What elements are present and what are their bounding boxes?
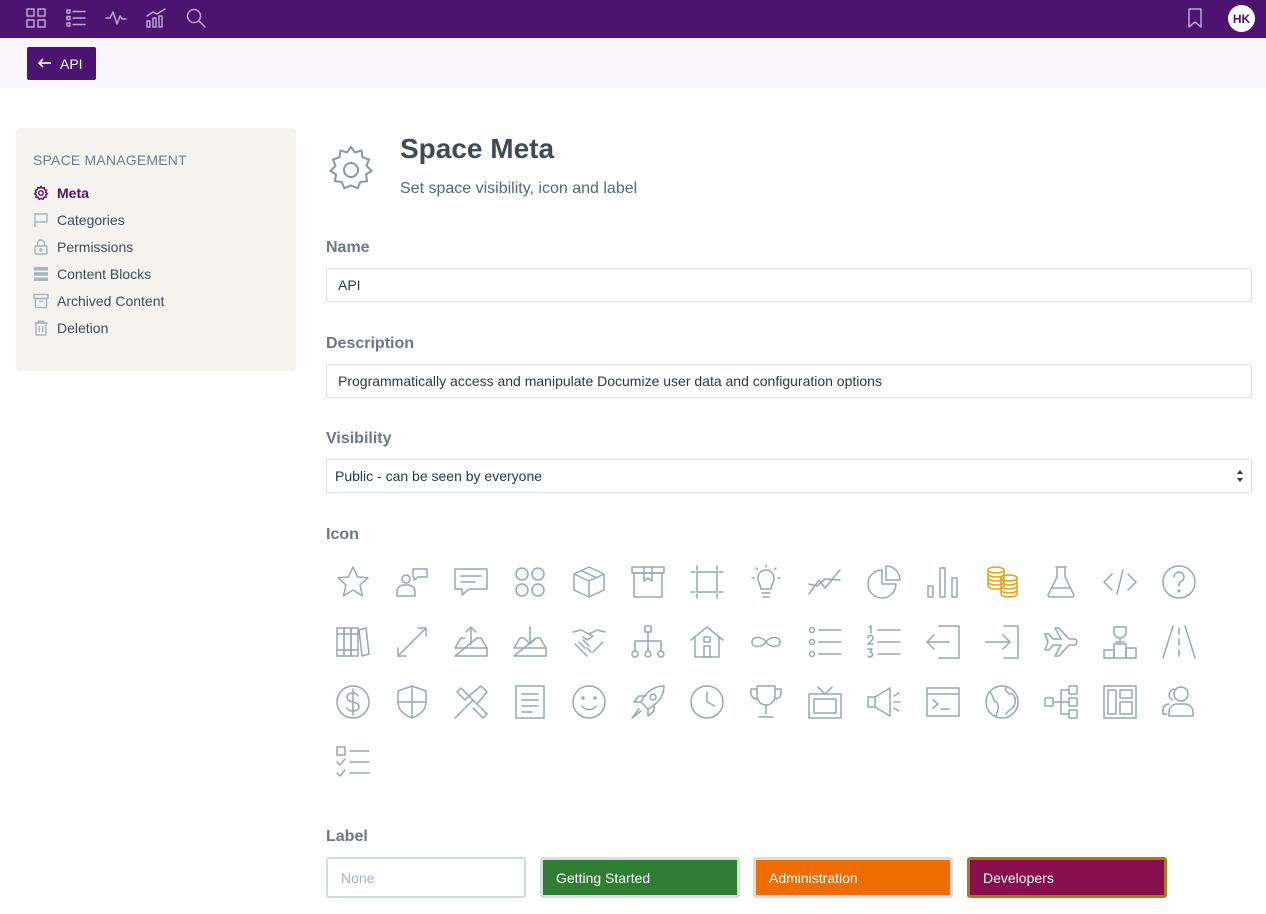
visibility-select[interactable]: Public - can be seen by everyone bbox=[326, 459, 1252, 493]
lock-icon bbox=[33, 239, 49, 255]
archive-icon bbox=[33, 293, 49, 309]
apps-icon[interactable] bbox=[508, 560, 552, 604]
visibility-label: Visibility bbox=[326, 430, 392, 447]
arrow-left-icon bbox=[38, 57, 51, 68]
bullet-list-icon[interactable] bbox=[803, 620, 847, 664]
trash-icon bbox=[33, 320, 49, 336]
handshake-icon[interactable] bbox=[567, 620, 611, 664]
airplane-icon[interactable] bbox=[1039, 620, 1083, 664]
flowchart-icon[interactable] bbox=[1039, 680, 1083, 724]
analytics-icon[interactable] bbox=[144, 6, 168, 30]
sidebar-item-label: Deletion bbox=[57, 320, 109, 336]
sidebar-item-label: Categories bbox=[57, 212, 125, 228]
search-icon[interactable] bbox=[184, 6, 208, 30]
tv-icon[interactable] bbox=[803, 680, 847, 724]
description-field[interactable]: Programmatically access and manipulate D… bbox=[326, 364, 1252, 398]
podium-icon[interactable] bbox=[1098, 620, 1142, 664]
chat-icon[interactable] bbox=[449, 560, 493, 604]
back-button-label: API bbox=[60, 55, 83, 72]
icon-label: Icon bbox=[326, 526, 359, 543]
sidebar-item-label: Content Blocks bbox=[57, 266, 152, 282]
activity-icon[interactable] bbox=[104, 6, 128, 30]
sidebar: SPACE MANAGEMENT Meta Categories Permiss… bbox=[16, 128, 296, 371]
flag-icon bbox=[33, 212, 49, 228]
label-option-administration[interactable]: Administration bbox=[753, 857, 953, 898]
avatar[interactable]: HK bbox=[1228, 5, 1255, 32]
name-label: Name bbox=[326, 239, 370, 256]
label-option-developers[interactable]: Developers bbox=[967, 857, 1167, 898]
line-chart-icon[interactable] bbox=[803, 560, 847, 604]
rocket-icon[interactable] bbox=[626, 680, 670, 724]
transfer-icon[interactable] bbox=[390, 620, 434, 664]
smiley-icon[interactable] bbox=[567, 680, 611, 724]
label-label: Label bbox=[326, 828, 368, 845]
sidebar-item-deletion[interactable]: Deletion bbox=[33, 317, 108, 339]
sidebar-item-categories[interactable]: Categories bbox=[33, 209, 125, 231]
sidebar-item-label: Permissions bbox=[57, 239, 134, 255]
shield-icon[interactable] bbox=[390, 680, 434, 724]
package-icon[interactable] bbox=[626, 560, 670, 604]
blocks-icon bbox=[33, 266, 49, 282]
pie-chart-icon[interactable] bbox=[862, 560, 906, 604]
clock-icon[interactable] bbox=[685, 680, 729, 724]
download-icon[interactable] bbox=[508, 620, 552, 664]
books-icon[interactable] bbox=[331, 620, 375, 664]
logout-icon[interactable] bbox=[921, 620, 965, 664]
box-icon[interactable] bbox=[567, 560, 611, 604]
name-field[interactable]: API bbox=[326, 268, 1252, 302]
numbered-list-icon[interactable] bbox=[862, 620, 906, 664]
document-icon[interactable] bbox=[508, 680, 552, 724]
question-icon[interactable] bbox=[1157, 560, 1201, 604]
upload-icon[interactable] bbox=[449, 620, 493, 664]
sidebar-item-label: Archived Content bbox=[57, 293, 165, 309]
user-chat-icon[interactable] bbox=[390, 560, 434, 604]
page-subtitle: Set space visibility, icon and label bbox=[400, 180, 638, 197]
house-icon[interactable] bbox=[685, 620, 729, 664]
bulb-icon[interactable] bbox=[744, 560, 788, 604]
megaphone-icon[interactable] bbox=[862, 680, 906, 724]
hierarchy-icon[interactable] bbox=[626, 620, 670, 664]
sidebar-item-label: Meta bbox=[57, 185, 89, 201]
visibility-value: Public - can be seen by everyone bbox=[335, 468, 543, 484]
star-icon[interactable] bbox=[331, 560, 375, 604]
grid-icon[interactable] bbox=[24, 6, 48, 30]
bar-chart-icon[interactable] bbox=[921, 560, 965, 604]
description-label: Description bbox=[326, 335, 415, 352]
dollar-icon[interactable] bbox=[331, 680, 375, 724]
select-arrows-icon bbox=[1237, 470, 1243, 482]
back-button[interactable]: API bbox=[27, 47, 96, 80]
sidebar-item-content-blocks[interactable]: Content Blocks bbox=[33, 263, 151, 285]
layout-icon[interactable] bbox=[1098, 680, 1142, 724]
tools-icon[interactable] bbox=[449, 680, 493, 724]
toolbar: API bbox=[0, 38, 1266, 88]
coins-icon[interactable] bbox=[980, 560, 1024, 604]
label-option-none[interactable]: None bbox=[326, 857, 526, 898]
globe-icon[interactable] bbox=[980, 680, 1024, 724]
crop-icon[interactable] bbox=[685, 560, 729, 604]
code-icon[interactable] bbox=[1098, 560, 1142, 604]
gear-icon bbox=[324, 143, 378, 197]
gear-icon bbox=[33, 185, 49, 201]
sidebar-item-permissions[interactable]: Permissions bbox=[33, 236, 133, 258]
top-navbar: HK bbox=[0, 0, 1266, 38]
trophy-icon[interactable] bbox=[744, 680, 788, 724]
login-icon[interactable] bbox=[980, 620, 1024, 664]
infinity-icon[interactable] bbox=[744, 620, 788, 664]
sidebar-title: SPACE MANAGEMENT bbox=[33, 152, 187, 168]
list-icon[interactable] bbox=[64, 6, 88, 30]
road-icon[interactable] bbox=[1157, 620, 1201, 664]
terminal-icon[interactable] bbox=[921, 680, 965, 724]
flask-icon[interactable] bbox=[1039, 560, 1083, 604]
page-title: Space Meta bbox=[400, 133, 555, 164]
checklist-icon[interactable] bbox=[331, 740, 375, 784]
bookmark-icon[interactable] bbox=[1183, 6, 1207, 30]
sidebar-item-meta[interactable]: Meta bbox=[33, 182, 89, 204]
sidebar-item-archived-content[interactable]: Archived Content bbox=[33, 290, 164, 312]
users-icon[interactable] bbox=[1157, 680, 1201, 724]
label-option-getting-started[interactable]: Getting Started bbox=[540, 857, 740, 898]
